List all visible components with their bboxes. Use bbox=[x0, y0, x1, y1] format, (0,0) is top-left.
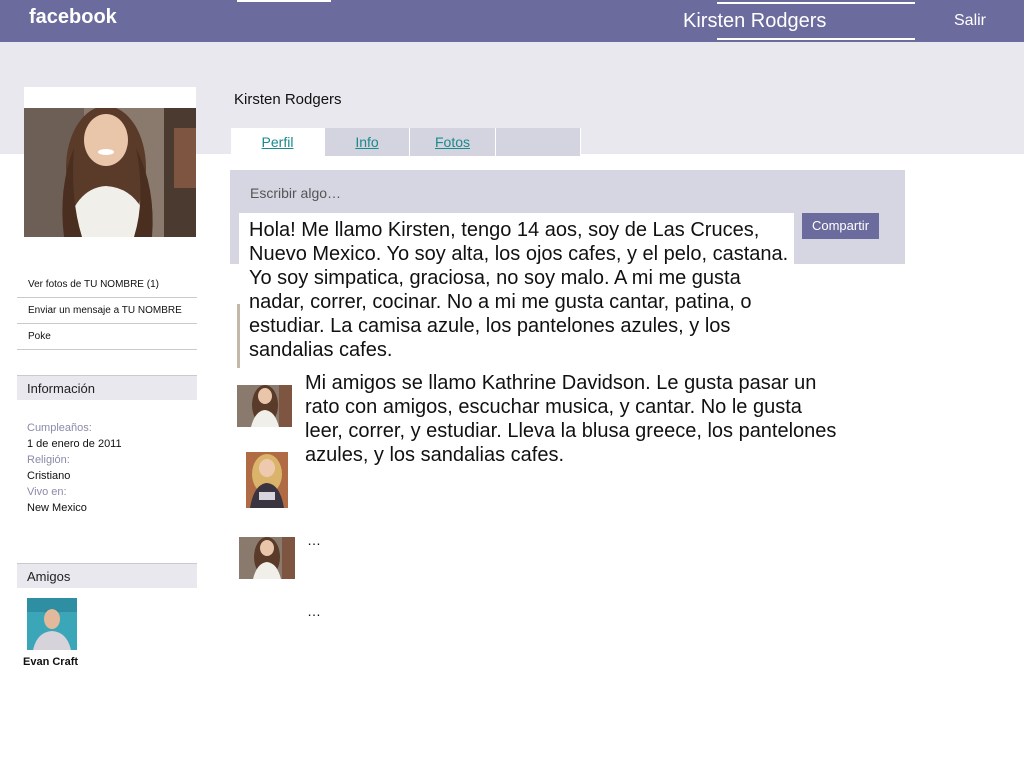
feed-post-ellipsis: … bbox=[307, 603, 321, 619]
lives-in-value: New Mexico bbox=[27, 502, 87, 514]
profile-actions-list: Ver fotos de TU NOMBRE (1) Enviar un men… bbox=[17, 272, 197, 350]
tab-info[interactable]: Info bbox=[325, 128, 410, 156]
logout-link[interactable]: Salir bbox=[954, 12, 986, 30]
send-message-link[interactable]: Enviar un mensaje a TU NOMBRE bbox=[17, 298, 197, 324]
profile-tabs: Perfil Info Fotos bbox=[231, 128, 581, 156]
friends-heading: Amigos bbox=[17, 563, 197, 588]
birthday-label: Cumpleaños: bbox=[27, 422, 92, 434]
religion-label: Religión: bbox=[27, 454, 70, 466]
lives-in-label: Vivo en: bbox=[27, 486, 67, 498]
view-photos-link[interactable]: Ver fotos de TU NOMBRE (1) bbox=[17, 272, 197, 298]
birthday-value: 1 de enero de 2011 bbox=[27, 438, 122, 450]
poke-link[interactable]: Poke bbox=[17, 324, 197, 350]
tab-perfil[interactable]: Perfil bbox=[231, 128, 325, 156]
feed-post-ellipsis: … bbox=[307, 532, 321, 548]
feed-post-text: Mi amigos se llamo Kathrine Davidson. Le… bbox=[305, 372, 837, 466]
friend-avatar[interactable] bbox=[27, 598, 77, 650]
feed-thumbnail-edge bbox=[237, 304, 240, 368]
feed-avatar[interactable] bbox=[246, 452, 288, 508]
feed-avatar[interactable] bbox=[239, 537, 295, 579]
religion-value: Cristiano bbox=[27, 470, 71, 482]
friend-name[interactable]: Evan Craft bbox=[23, 656, 78, 668]
topbar-divider bbox=[237, 0, 331, 2]
facebook-logo[interactable]: facebook bbox=[29, 6, 117, 29]
top-bar bbox=[0, 0, 1024, 42]
info-heading: Información bbox=[17, 375, 197, 400]
topbar-divider bbox=[717, 2, 915, 4]
feed-avatar[interactable] bbox=[237, 385, 292, 427]
status-text[interactable]: Hola! Me llamo Kirsten, tengo 14 aos, so… bbox=[249, 218, 794, 362]
composer-placeholder[interactable]: Escribir algo… bbox=[250, 185, 341, 201]
share-button[interactable]: Compartir bbox=[802, 213, 879, 239]
info-block: Cumpleaños: 1 de enero de 2011 Religión:… bbox=[27, 420, 122, 516]
topbar-user-name[interactable]: Kirsten Rodgers bbox=[683, 10, 826, 33]
profile-picture[interactable] bbox=[24, 108, 196, 237]
tab-empty[interactable] bbox=[496, 128, 581, 156]
topbar-divider bbox=[717, 38, 915, 40]
profile-name: Kirsten Rodgers bbox=[234, 91, 342, 108]
tab-fotos[interactable]: Fotos bbox=[410, 128, 496, 156]
